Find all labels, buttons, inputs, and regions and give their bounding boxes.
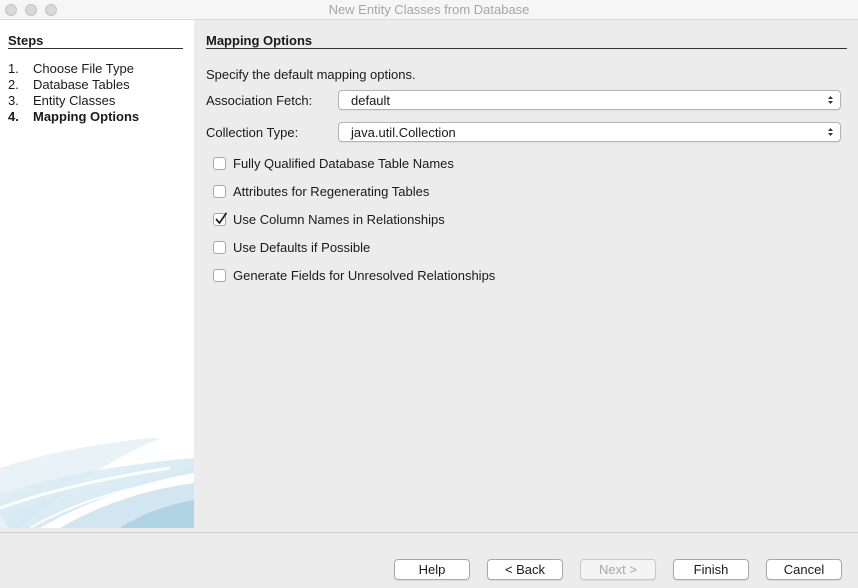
- back-button[interactable]: < Back: [487, 559, 563, 580]
- step-label: Mapping Options: [33, 109, 140, 124]
- step-label: Entity Classes: [33, 93, 116, 108]
- step-label: Database Tables: [33, 77, 130, 92]
- window-title: New Entity Classes from Database: [328, 2, 530, 17]
- collection-type-label: Collection Type:: [206, 125, 299, 140]
- checkbox-box[interactable]: [213, 269, 226, 282]
- checkbox-box[interactable]: [213, 241, 226, 254]
- collection-type-value: java.util.Collection: [351, 125, 456, 140]
- association-fetch-label: Association Fetch:: [206, 93, 313, 108]
- collection-type-select[interactable]: java.util.Collection: [338, 122, 841, 142]
- association-fetch-value: default: [351, 93, 391, 108]
- checkbox-box-checked[interactable]: [213, 212, 227, 226]
- next-button[interactable]: Next >: [580, 559, 656, 580]
- step-label: Choose File Type: [33, 61, 134, 76]
- window-titlebar: New Entity Classes from Database: [0, 0, 858, 20]
- checkmark-icon: [215, 212, 227, 224]
- help-button[interactable]: Help: [394, 559, 470, 580]
- step-item: 3. Entity Classes: [8, 93, 116, 108]
- checkbox-box[interactable]: [213, 157, 226, 170]
- step-item: 1. Choose File Type: [8, 61, 134, 76]
- checkbox-box[interactable]: [213, 185, 226, 198]
- updown-arrows-icon: [828, 128, 833, 136]
- cancel-button[interactable]: Cancel: [766, 559, 842, 580]
- steps-header: Steps: [8, 33, 44, 48]
- wizard-decoration-graphic: [0, 438, 194, 528]
- updown-arrows-icon: [828, 96, 833, 104]
- title-divider: [206, 48, 847, 49]
- step-item-current: 4. Mapping Options: [8, 109, 140, 124]
- steps-divider: [8, 48, 183, 49]
- steps-panel: Steps 1. Choose File Type 2. Database Tabl…: [0, 20, 194, 528]
- association-fetch-select[interactable]: default: [338, 90, 841, 110]
- step-item: 2. Database Tables: [8, 77, 130, 92]
- page-title: Mapping Options: [206, 33, 313, 48]
- footer-divider: [0, 532, 858, 533]
- page-description: Specify the default mapping options.: [206, 67, 416, 82]
- finish-button[interactable]: Finish: [673, 559, 749, 580]
